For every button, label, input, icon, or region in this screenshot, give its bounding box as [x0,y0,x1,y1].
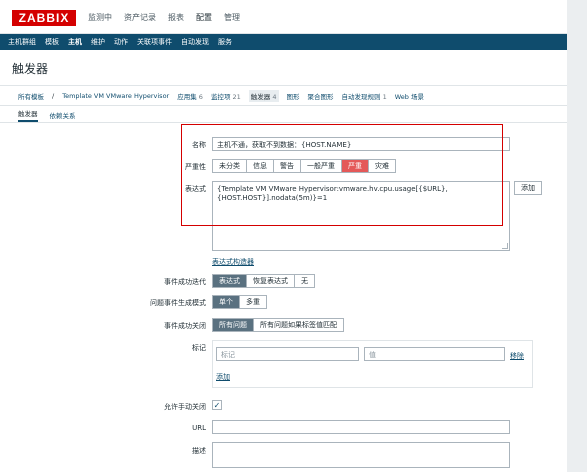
sub-menu: 主机群组 模板 主机 维护 动作 关联项事件 自动发现 服务 [0,34,567,50]
tab-trigger[interactable]: 触发器 [18,108,38,122]
main-menu-configuration[interactable]: 配置 [196,12,212,23]
problem-mode-multiple[interactable]: 多重 [240,296,266,308]
problem-mode-selector: 单个 多重 [212,295,267,309]
ok-close-tag-match[interactable]: 所有问题如果标签值匹配 [254,319,343,331]
form-tabs: 触发器 依赖关系 [0,107,567,123]
ok-event-generation-selector: 表达式 恢复表达式 无 [212,274,315,288]
ok-event-generation-label: 事件成功迭代 [164,278,206,286]
main-menu-inventory[interactable]: 资产记录 [124,12,156,23]
ok-event-recovery-expression[interactable]: 恢复表达式 [247,275,295,287]
breadcrumb: 所有模板 / Template VM VMware Hypervisor 应用集… [0,86,567,106]
tag-name-input[interactable]: 标记 [216,347,359,361]
breadcrumb-item-count: 6 [198,92,203,101]
breadcrumb-web[interactable]: Web 场景 [395,91,424,101]
add-tag-link[interactable]: 添加 [216,372,230,382]
breadcrumb-triggers[interactable]: 触发器 4 [248,89,279,102]
breadcrumb-item-label: 监控项 [210,92,231,101]
url-input[interactable] [212,420,510,434]
sub-menu-discovery[interactable]: 自动发现 [181,37,209,47]
description-textarea[interactable] [212,442,510,468]
remove-tag-link[interactable]: 移除 [510,351,524,361]
zabbix-logo[interactable]: ZABBIX [12,10,76,26]
breadcrumb-item-count: 1 [382,92,387,101]
manual-close-checkbox[interactable]: ✓ [212,400,222,410]
page-header [0,50,567,86]
breadcrumb-item-count: 21 [232,92,241,101]
ok-close-label: 事件成功关闭 [164,322,206,330]
problem-mode-single[interactable]: 单个 [213,296,240,308]
sub-menu-hosts[interactable]: 主机 [68,37,82,47]
main-menu-reports[interactable]: 报表 [168,12,184,23]
ok-close-all-problems[interactable]: 所有问题 [213,319,254,331]
resize-handle-icon[interactable] [502,243,508,249]
breadcrumb-item-count: 4 [272,92,277,101]
problem-mode-label: 问题事件生成模式 [150,299,206,307]
description-label: 描述 [192,447,206,455]
url-label: URL [192,424,206,432]
breadcrumb-template[interactable]: Template VM VMware Hypervisor [62,92,169,100]
top-bar [0,0,567,34]
breadcrumb-item-label: 触发器 [250,92,271,101]
main-menu-administration[interactable]: 管理 [224,12,240,23]
tags-label: 标记 [192,344,206,352]
add-expression-button[interactable]: 添加 [514,181,542,195]
manual-close-label: 允许手动关闭 [164,403,206,411]
breadcrumb-discovery[interactable]: 自动发现规则 1 [342,91,387,101]
breadcrumb-screens[interactable]: 聚合图形 [308,91,334,101]
highlight-box [181,124,503,226]
sub-menu-templates[interactable]: 模板 [45,37,59,47]
page-title: 触发器 [12,62,49,76]
breadcrumb-separator: / [52,91,55,100]
ok-event-expression[interactable]: 表达式 [213,275,247,287]
tag-value-input[interactable]: 值 [364,347,505,361]
breadcrumb-all-templates[interactable]: 所有模板 [18,91,44,101]
sub-menu-host-groups[interactable]: 主机群组 [8,37,36,47]
breadcrumb-item-label: 自动发现规则 [341,92,381,101]
breadcrumb-items[interactable]: 监控项 21 [211,91,241,101]
ok-close-selector: 所有问题 所有问题如果标签值匹配 [212,318,344,332]
sub-menu-services[interactable]: 服务 [218,37,232,47]
ok-event-none[interactable]: 无 [295,275,314,287]
tab-dependencies[interactable]: 依赖关系 [50,110,76,120]
sub-menu-actions[interactable]: 动作 [114,37,128,47]
sub-menu-correlation[interactable]: 关联项事件 [137,37,172,47]
sub-menu-maintenance[interactable]: 维护 [91,37,105,47]
breadcrumb-item-label: 应用集 [177,92,197,101]
main-menu: 监测中 资产记录 报表 配置 管理 [88,12,240,23]
breadcrumb-graphs[interactable]: 图形 [287,91,300,101]
expression-builder-link[interactable]: 表达式构造器 [212,257,254,267]
breadcrumb-applications[interactable]: 应用集 6 [177,91,203,101]
main-menu-monitoring[interactable]: 监测中 [88,12,112,23]
